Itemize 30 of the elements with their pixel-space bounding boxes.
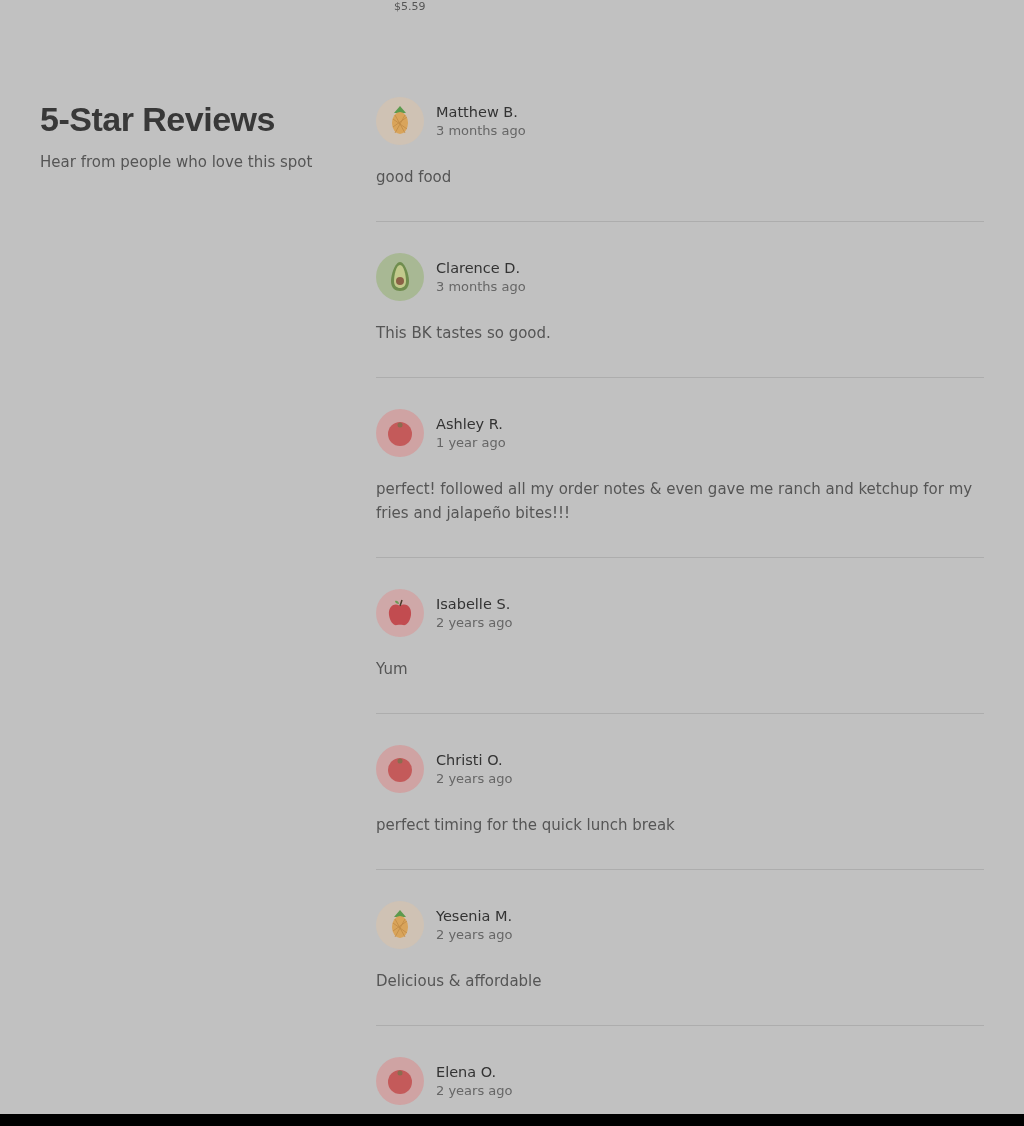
- reviewer-name: Isabelle S.: [436, 596, 512, 612]
- pineapple-avatar-icon: [376, 901, 424, 949]
- reviewer-name: Matthew B.: [436, 104, 519, 120]
- apple-avatar-icon: [376, 589, 424, 637]
- pineapple-avatar-icon: [376, 97, 424, 145]
- reviewer-name: Elena O.: [436, 1064, 498, 1080]
- price: $5.59: [394, 0, 426, 13]
- reviewer-name: Ashley R.: [436, 416, 504, 432]
- tomato-avatar-icon: [376, 409, 424, 457]
- reviewer-name: Yesenia M.: [436, 908, 513, 924]
- review-text: good food: [376, 167, 453, 188]
- section-title: 5-Star Reviews: [40, 99, 276, 139]
- review-time: 2 years ago: [436, 615, 513, 630]
- review-time: 3 months ago: [436, 279, 526, 294]
- section-subtitle: Hear from people who love this spot: [40, 153, 314, 171]
- review-time: 2 years ago: [436, 927, 513, 942]
- review-text: This BK tastes so good.: [376, 323, 552, 344]
- reviewer-name: Christi O.: [436, 752, 504, 768]
- avocado-avatar-icon: [376, 253, 424, 301]
- review-text: Delicious & affordable: [376, 971, 543, 992]
- review-text: Yum: [376, 659, 409, 680]
- review-time: 2 years ago: [436, 1083, 513, 1098]
- review-time: 1 year ago: [436, 435, 506, 450]
- review-text: perfect timing for the quick lunch break: [376, 815, 676, 836]
- reviewer-name: Clarence D.: [436, 260, 522, 276]
- review-time: 2 years ago: [436, 771, 513, 786]
- review-text: perfect! followed all my order notes & even gave me ranch and ketchup for my fries and jalapeño bites!!!: [376, 479, 974, 524]
- tomato-avatar-icon: [376, 1057, 424, 1105]
- tomato-avatar-icon: [376, 745, 424, 793]
- review-time: 3 months ago: [436, 123, 526, 138]
